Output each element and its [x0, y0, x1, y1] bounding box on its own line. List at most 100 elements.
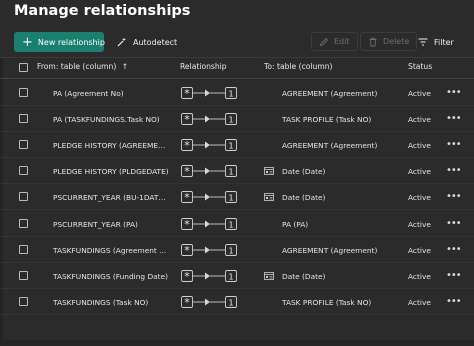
row-checkbox[interactable] [19, 114, 28, 124]
delete-label: Delete [383, 37, 410, 46]
to-table-column: AGREEMENT (Agreement) [282, 141, 378, 151]
from-table-column: PSCURRENT_YEAR (PA) [53, 219, 138, 229]
filter-direction-icon [205, 167, 210, 175]
plus-icon: + [22, 34, 33, 50]
status-text: Active [408, 141, 431, 151]
new-relationship-button[interactable]: + New relationship [14, 32, 105, 52]
row-checkbox[interactable] [19, 218, 28, 228]
relationship-diagram-icon: * 1 [181, 113, 237, 125]
calendar-table-icon [264, 271, 274, 280]
from-table-column: PLEDGE HISTORY (AGREEMENT) [53, 141, 169, 151]
column-header-from[interactable]: From: table (column) ↑ [37, 62, 128, 71]
many-cardinality-label: * [184, 139, 190, 151]
filter-direction-icon [205, 141, 210, 149]
more-options-icon[interactable]: ••• [446, 218, 462, 229]
row-checkbox[interactable] [19, 296, 28, 306]
filter-direction-icon [205, 89, 210, 97]
calendar-table-icon [264, 193, 274, 202]
from-table-column: PA (Agreement No) [53, 89, 124, 98]
more-options-icon[interactable]: ••• [446, 191, 462, 202]
row-checkbox[interactable] [19, 192, 28, 202]
dialog-title: Manage relationships [14, 3, 191, 19]
to-table-column: Date (Date) [282, 271, 326, 281]
column-header-status[interactable]: Status [408, 62, 432, 71]
from-table-column: TASKFUNDINGS (Funding Date) [53, 271, 169, 281]
row-divider [0, 313, 474, 315]
to-table-column: AGREEMENT (Agreement) [282, 89, 378, 98]
relationship-diagram-icon: * 1 [181, 243, 237, 256]
filter-icon [418, 38, 428, 46]
row-checkbox[interactable] [19, 270, 28, 280]
many-cardinality-label: * [184, 244, 190, 256]
sort-ascending-icon: ↑ [121, 62, 129, 71]
table-row[interactable]: PA (TASKFUNDINGS.Task NO) * 1 TASK PROFI… [0, 106, 474, 133]
from-table-column: TASKFUNDINGS (Agreement ... [53, 245, 167, 255]
table-row[interactable]: TASKFUNDINGS (Funding Date) * 1 Date (Da… [0, 263, 474, 289]
one-cardinality-label: 1 [228, 298, 233, 307]
relationship-diagram-icon: * 1 [181, 87, 237, 99]
table-row[interactable]: PSCURRENT_YEAR (BU-1DATE... * 1 Date (Da… [0, 184, 474, 211]
one-cardinality-label: 1 [228, 246, 233, 255]
autodetect-button[interactable]: Autodetect [117, 32, 177, 52]
new-relationship-label: New relationship [37, 37, 105, 47]
more-options-icon[interactable]: ••• [446, 165, 462, 176]
more-options-icon[interactable]: ••• [446, 296, 462, 307]
bottom-edge [0, 340, 474, 346]
row-checkbox[interactable] [19, 140, 28, 150]
more-options-icon[interactable]: ••• [446, 87, 462, 98]
to-table-column: Date (Date) [282, 167, 326, 177]
row-checkbox[interactable] [19, 88, 28, 97]
filter-direction-icon [205, 193, 210, 201]
more-options-icon[interactable]: ••• [446, 139, 462, 150]
delete-button[interactable]: Delete [360, 32, 418, 51]
autodetect-wand-icon [117, 37, 126, 47]
table-row[interactable]: TASKFUNDINGS (Agreement ... * 1 AGREEMEN… [0, 237, 474, 263]
select-all-checkbox[interactable] [19, 63, 28, 72]
filter-label: Filter [434, 37, 454, 47]
to-table-column: PA (PA) [282, 219, 309, 229]
one-cardinality-label: 1 [228, 272, 233, 281]
filter-direction-icon [205, 246, 210, 254]
one-cardinality-label: 1 [228, 220, 233, 229]
from-table-column: PLEDGE HISTORY (PLDGEDATE) [53, 167, 169, 177]
column-header-relationship[interactable]: Relationship [180, 62, 227, 71]
pencil-icon [319, 37, 329, 46]
status-text: Active [408, 245, 431, 255]
more-options-icon[interactable]: ••• [446, 244, 462, 255]
status-text: Active [408, 297, 431, 307]
row-checkbox[interactable] [19, 166, 28, 176]
edit-button[interactable]: Edit [311, 32, 358, 51]
table-row[interactable]: PLEDGE HISTORY (PLDGEDATE) * 1 Date (Dat… [0, 158, 474, 185]
relationship-diagram-icon: * 1 [181, 295, 237, 308]
more-options-icon[interactable]: ••• [446, 270, 462, 281]
column-header-from-label: From: table (column) [37, 62, 117, 71]
edit-label: Edit [334, 37, 350, 46]
one-cardinality-label: 1 [228, 90, 233, 99]
status-text: Active [408, 115, 431, 125]
table-row[interactable]: PSCURRENT_YEAR (PA) * 1 PA (PA) Active •… [0, 211, 474, 237]
relationship-diagram-icon: * 1 [181, 217, 237, 230]
table-row[interactable]: PLEDGE HISTORY (AGREEMENT) * 1 AGREEMENT… [0, 132, 474, 159]
from-table-column: PA (TASKFUNDINGS.Task NO) [53, 115, 160, 125]
one-cardinality-label: 1 [228, 194, 233, 203]
status-text: Active [408, 271, 431, 281]
more-options-icon[interactable]: ••• [446, 113, 462, 124]
toolbar: + New relationship Autodetect Edit Delet… [0, 30, 474, 54]
to-table-column: Date (Date) [282, 193, 326, 203]
trash-icon [369, 37, 377, 46]
filter-button[interactable]: Filter [418, 32, 454, 52]
status-text: Active [408, 193, 431, 203]
row-checkbox[interactable] [19, 244, 28, 254]
table-row[interactable]: PA (Agreement No) * 1 AGREEMENT (Agreeme… [0, 80, 474, 106]
relationship-diagram-icon: * 1 [181, 139, 237, 151]
status-text: Active [408, 167, 431, 177]
to-table-column: TASK PROFILE (Task NO) [282, 115, 372, 125]
to-table-column: TASK PROFILE (Task NO) [282, 297, 372, 307]
filter-direction-icon [205, 115, 210, 123]
table-header: From: table (column) ↑ Relationship To: … [0, 58, 474, 78]
filter-direction-icon [205, 272, 210, 280]
filter-direction-icon [205, 298, 210, 306]
column-header-to[interactable]: To: table (column) [264, 62, 333, 71]
table-row[interactable]: TASKFUNDINGS (Task NO) * 1 TASK PROFILE … [0, 289, 474, 315]
many-cardinality-label: * [184, 113, 190, 125]
